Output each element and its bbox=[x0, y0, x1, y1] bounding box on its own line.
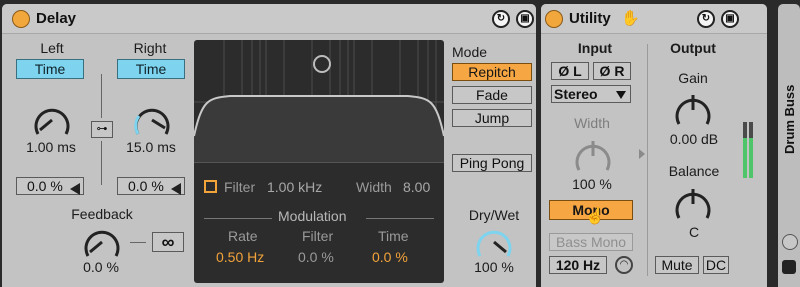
mode-jump-button[interactable]: Jump bbox=[452, 109, 532, 127]
utility-meter-right bbox=[749, 122, 753, 178]
utility-save-preset-icon[interactable]: ▣ bbox=[721, 10, 739, 28]
width-value: 100 % bbox=[572, 176, 612, 192]
width-knob[interactable] bbox=[571, 136, 615, 176]
filter-curve-graph[interactable] bbox=[194, 40, 444, 162]
balance-knob[interactable] bbox=[671, 184, 715, 224]
delay-hot-swap-icon[interactable]: ↻ bbox=[492, 10, 510, 28]
freeze-divider bbox=[130, 242, 146, 243]
delay-titlebar: Delay ↻ ▣ bbox=[2, 4, 536, 34]
utility-meter-left-fill bbox=[743, 138, 747, 178]
link-divider bbox=[101, 74, 102, 118]
mod-rate-label: Rate bbox=[228, 228, 258, 244]
dc-button[interactable]: DC bbox=[703, 256, 729, 274]
modulation-line-right bbox=[366, 218, 434, 219]
utility-hot-swap-icon[interactable]: ↻ bbox=[697, 10, 715, 28]
utility-meter-right-fill bbox=[749, 138, 753, 178]
width-label: Width bbox=[574, 115, 610, 131]
drum-buss-title: Drum Buss bbox=[782, 84, 797, 154]
right-delay-knob[interactable] bbox=[130, 100, 174, 140]
bass-mono-frequency-field[interactable]: 120 Hz bbox=[549, 256, 607, 274]
right-offset-field[interactable]: 0.0 % bbox=[117, 177, 185, 195]
gain-label: Gain bbox=[678, 70, 708, 86]
right-offset-triangle-icon bbox=[171, 183, 181, 195]
feedback-knob[interactable] bbox=[80, 222, 124, 262]
utility-power-button[interactable] bbox=[545, 10, 563, 28]
delay-device: Delay ↻ ▣ Left Time 1.00 ms ⊶ Right Time… bbox=[2, 4, 536, 287]
mute-button[interactable]: Mute bbox=[655, 256, 699, 274]
modulation-title: Modulation bbox=[278, 208, 347, 224]
left-offset-triangle-icon bbox=[70, 183, 80, 195]
ping-pong-button[interactable]: Ping Pong bbox=[452, 154, 532, 172]
chevron-down-icon bbox=[616, 91, 626, 99]
freeze-button[interactable]: ∞ bbox=[152, 232, 184, 252]
left-time-button[interactable]: Time bbox=[16, 59, 84, 79]
left-delay-knob[interactable] bbox=[30, 100, 74, 140]
drum-buss-device: Drum Buss bbox=[778, 4, 800, 287]
left-delay-value: 1.00 ms bbox=[26, 139, 76, 155]
utility-input-label: Input bbox=[577, 40, 613, 56]
utility-meter-left bbox=[743, 122, 747, 178]
left-offset-value: 0.0 % bbox=[27, 178, 63, 194]
right-delay-value: 15.0 ms bbox=[126, 139, 176, 155]
delay-power-button[interactable] bbox=[12, 10, 30, 28]
delay-display: Filter 1.00 kHz Width 8.00 Modulation Ra… bbox=[194, 40, 444, 283]
modulation-line-left bbox=[204, 218, 272, 219]
right-offset-value: 0.0 % bbox=[128, 178, 164, 194]
utility-output-label: Output bbox=[670, 40, 716, 56]
left-label: Left bbox=[40, 40, 64, 56]
filter-frequency[interactable]: 1.00 kHz bbox=[267, 179, 322, 195]
feedback-value: 0.0 % bbox=[83, 259, 119, 275]
utility-section-divider bbox=[647, 44, 648, 276]
mode-repitch-button[interactable]: Repitch bbox=[452, 63, 532, 81]
dry-wet-label: Dry/Wet bbox=[468, 207, 520, 223]
filter-width-label: Width bbox=[356, 179, 392, 195]
phase-right-button[interactable]: Ø R bbox=[593, 62, 631, 80]
left-offset-field[interactable]: 0.0 % bbox=[16, 177, 84, 195]
link-button[interactable]: ⊶ bbox=[91, 121, 113, 138]
gain-value: 0.00 dB bbox=[669, 131, 719, 147]
filter-width-value[interactable]: 8.00 bbox=[403, 179, 430, 195]
utility-device: Utility ✋ ↻ ▣ Input Output Ø L Ø R Stere… bbox=[541, 4, 767, 287]
phase-left-button[interactable]: Ø L bbox=[551, 62, 589, 80]
mod-time-label: Time bbox=[378, 228, 409, 244]
mod-filter-label: Filter bbox=[302, 228, 334, 244]
channel-mode-dropdown[interactable]: Stereo bbox=[551, 85, 631, 103]
mouse-cursor-icon: ☝ bbox=[585, 208, 605, 225]
utility-arrow-icon bbox=[639, 149, 645, 159]
right-time-button[interactable]: Time bbox=[117, 59, 185, 79]
utility-title: Utility bbox=[569, 10, 611, 27]
bass-mono-button[interactable]: Bass Mono bbox=[549, 233, 633, 251]
delay-title: Delay bbox=[36, 10, 77, 27]
feedback-label: Feedback bbox=[71, 206, 133, 222]
link-divider-lower bbox=[101, 141, 102, 185]
headphones-icon[interactable]: ◠ bbox=[615, 256, 633, 274]
dry-wet-knob[interactable] bbox=[472, 222, 516, 262]
gain-knob[interactable] bbox=[671, 90, 715, 130]
dry-wet-value: 100 % bbox=[474, 259, 514, 275]
mod-time-value[interactable]: 0.0 % bbox=[372, 249, 408, 265]
delay-save-preset-icon[interactable]: ▣ bbox=[516, 10, 534, 28]
filter-on-checkbox[interactable] bbox=[204, 180, 217, 193]
utility-titlebar: Utility ✋ ↻ ▣ bbox=[541, 4, 767, 34]
mode-label: Mode bbox=[452, 44, 488, 60]
mod-filter-value[interactable]: 0.0 % bbox=[298, 249, 334, 265]
mode-fade-button[interactable]: Fade bbox=[452, 86, 532, 104]
filter-separator bbox=[194, 162, 444, 163]
balance-value: C bbox=[688, 224, 700, 240]
filter-label: Filter bbox=[224, 179, 256, 195]
right-label: Right bbox=[133, 40, 167, 56]
utility-hand-icon: ✋ bbox=[621, 10, 640, 27]
channel-mode-value: Stereo bbox=[554, 86, 598, 102]
mod-rate-value[interactable]: 0.50 Hz bbox=[216, 249, 264, 265]
balance-label: Balance bbox=[668, 163, 720, 179]
drum-buss-fold-icon[interactable] bbox=[782, 260, 796, 274]
drum-buss-power-button[interactable] bbox=[782, 234, 798, 250]
